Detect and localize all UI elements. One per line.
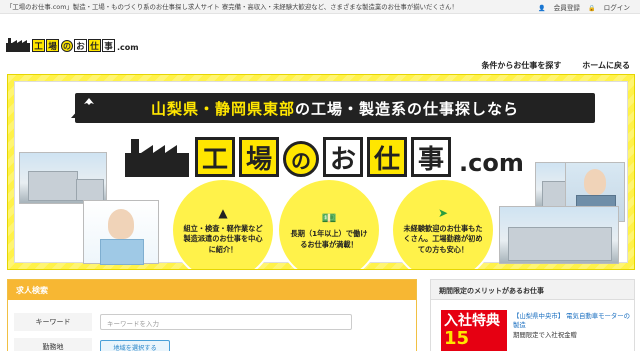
- factory-icon: [6, 38, 30, 52]
- limited-offer-panel: 期間限定のメリットがあるお仕事 入社特典 15 【山梨県中央市】 電気自動車モー…: [430, 279, 635, 351]
- feature-assembly: ▲ 組立・検査・軽作業など製造派遣のお仕事を中心に紹介！: [181, 205, 265, 256]
- login-label: ログイン: [603, 4, 630, 12]
- hero-headline: 山梨県・静岡県東部 の工場・製造系の仕事探しなら: [75, 93, 595, 123]
- hero-headline-rest: の工場・製造系の仕事探しなら: [295, 99, 520, 118]
- logo-char: お: [74, 39, 87, 52]
- register-label: 会員登録: [553, 4, 581, 12]
- building: [76, 179, 104, 201]
- factory-icon: [125, 139, 189, 177]
- main-nav: 条件からお仕事を探す ホームに戻る: [463, 60, 630, 71]
- feature-circle-longterm: 💵 長期（1年以上）で働けるお仕事が満載！: [277, 178, 381, 269]
- hero-logo-char: 仕: [367, 137, 407, 177]
- logo-char: 工: [32, 39, 45, 52]
- factory-photo-bottom-right: [499, 206, 619, 264]
- worker-photo-left: [83, 200, 159, 265]
- hero-banner: 山梨県・静岡県東部 の工場・製造系の仕事探しなら 工 場 の お 仕 事 .com: [7, 74, 635, 270]
- hero-headline-region: 山梨県・静岡県東部: [150, 99, 295, 118]
- hero-logo-char: 事: [411, 137, 451, 177]
- keyword-label: キーワード: [14, 313, 92, 331]
- account-links: 👤 会員登録 🔒 ログイン: [532, 2, 630, 12]
- area-row: 勤務地 地域を選択する: [8, 335, 416, 351]
- keyword-input[interactable]: キーワードを入力: [100, 314, 352, 330]
- feature-circle-assembly: ▲ 組立・検査・軽作業など製造派遣のお仕事を中心に紹介！: [171, 178, 275, 269]
- top-bar: 「工場のお仕事.com」製造・工場・ものづくり系のお仕事探し求人サイト 寮完備・…: [0, 0, 640, 14]
- hero-panel: 山梨県・静岡県東部 の工場・製造系の仕事探しなら 工 場 の お 仕 事 .com: [14, 81, 628, 269]
- feature-beginner: ➤ 未経験歓迎のお仕事もたくさん。工場勤務が初めての方も安心！: [401, 205, 485, 256]
- job-search-title: 求人検索: [8, 280, 416, 300]
- select-area-button[interactable]: 地域を選択する: [100, 340, 170, 351]
- mountain-icon: [71, 98, 107, 118]
- money-icon: 💵: [321, 210, 337, 225]
- site-tagline: 「工場のお仕事.com」製造・工場・ものづくり系のお仕事探し求人サイト 寮完備・…: [6, 3, 458, 11]
- limited-offer-image-text: 入社特典: [444, 313, 500, 329]
- building: [28, 171, 78, 201]
- limited-offer-perk: 期間限定で入社祝金贈: [513, 330, 577, 339]
- nav-search-by-condition[interactable]: 条件からお仕事を探す: [481, 61, 561, 70]
- feature-beginner-text: 未経験歓迎のお仕事もたくさん。工場勤務が初めての方も安心！: [403, 224, 483, 254]
- worker-face: [584, 169, 606, 195]
- site-logo[interactable]: 工 場 の お 仕 事 .com: [6, 38, 139, 52]
- feature-longterm: 💵 長期（1年以上）で働けるお仕事が満載！: [287, 210, 371, 250]
- limited-offer-image[interactable]: 入社特典 15: [441, 310, 507, 351]
- hero-logo: 工 場 の お 仕 事 .com: [125, 137, 524, 177]
- logo-char: 場: [46, 39, 59, 52]
- register-link[interactable]: 👤 会員登録: [538, 4, 580, 12]
- worker-uniform: [100, 239, 144, 265]
- limited-offer-link[interactable]: 【山梨県中央市】 電気自動車モーターの製造: [513, 312, 634, 331]
- factory-photo-left: [19, 152, 107, 204]
- limited-offer-location: 【山梨県中央市】: [513, 312, 565, 320]
- feature-circle-beginner: ➤ 未経験歓迎のお仕事もたくさん。工場勤務が初めての方も安心！: [391, 178, 495, 269]
- feature-assembly-text: 組立・検査・軽作業など製造派遣のお仕事を中心に紹介！: [183, 224, 263, 254]
- hero-logo-char: 場: [239, 137, 279, 177]
- job-search-panel: 求人検索 キーワード キーワードを入力 勤務地 地域を選択する: [7, 279, 417, 351]
- mountain-icon: ▲: [218, 205, 228, 220]
- lock-icon: 🔒: [588, 5, 596, 12]
- hero-logo-char: の: [283, 141, 319, 177]
- beginner-mark-icon: ➤: [437, 205, 449, 220]
- area-label: 勤務地: [14, 338, 92, 351]
- logo-char: 事: [102, 39, 115, 52]
- logo-char: 仕: [88, 39, 101, 52]
- limited-offer-title: 期間限定のメリットがあるお仕事: [431, 280, 634, 300]
- hero-logo-suffix: .com: [459, 149, 524, 177]
- hero-logo-char: 工: [195, 137, 235, 177]
- hero-logo-char: お: [323, 137, 363, 177]
- worker-face: [108, 209, 134, 239]
- keyword-row: キーワード キーワードを入力: [8, 310, 416, 332]
- feature-longterm-text: 長期（1年以上）で働けるお仕事が満載！: [290, 229, 368, 249]
- logo-suffix: .com: [117, 43, 139, 52]
- user-icon: 👤: [538, 5, 546, 12]
- limited-offer-details: 【山梨県中央市】 電気自動車モーターの製造 期間限定で入社祝金贈: [513, 312, 634, 340]
- building: [508, 227, 612, 261]
- limited-offer-image-number: 15: [444, 328, 470, 350]
- site-header: 工 場 の お 仕 事 .com 条件からお仕事を探す ホームに戻る: [0, 14, 640, 70]
- logo-char: の: [61, 40, 73, 52]
- login-link[interactable]: 🔒 ログイン: [588, 4, 630, 12]
- nav-home[interactable]: ホームに戻る: [582, 61, 630, 70]
